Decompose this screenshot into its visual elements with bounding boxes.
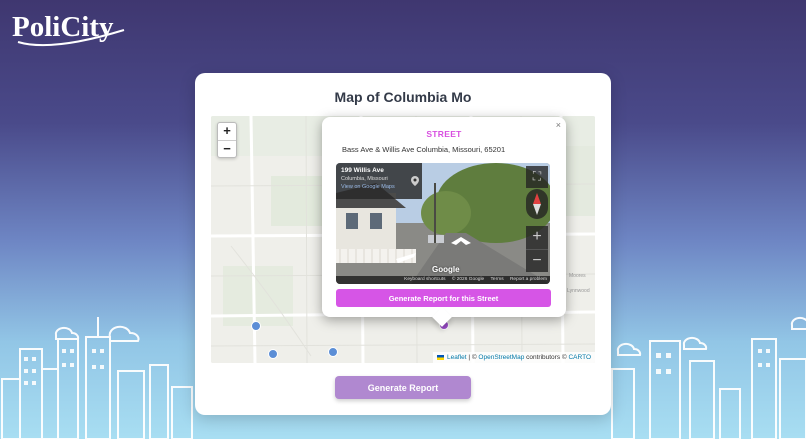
logo-text: PoliCity (12, 11, 114, 43)
street-view-zoom-out-button[interactable]: − (526, 249, 548, 272)
copyright-text: © 2026 Google (451, 277, 485, 282)
map-marker[interactable] (328, 347, 338, 357)
svg-text:Moores: Moores (569, 273, 586, 279)
generate-street-report-button[interactable]: Generate Report for this Street (336, 289, 551, 307)
keyboard-shortcuts-link[interactable]: Keyboard shortcuts (404, 277, 445, 282)
popup-heading: STREET (426, 129, 462, 139)
zoom-out-button[interactable]: − (218, 140, 236, 157)
page-title: Map of Columbia Mo (334, 89, 472, 105)
map-attribution: Leaflet | © OpenStreetMap contributors ©… (433, 352, 595, 363)
openstreetmap-link[interactable]: OpenStreetMap (478, 354, 524, 361)
map-zoom-control: + − (217, 122, 237, 158)
generate-report-button[interactable]: Generate Report (335, 376, 471, 399)
street-popup: × STREET Bass Ave & Willis Ave Columbia,… (322, 117, 566, 327)
street-view-zoom-in-button[interactable]: + (526, 226, 548, 249)
street-view-info-box: 199 Willis Ave Columbia, Missouri View o… (336, 163, 422, 199)
svg-text:Lynnwood: Lynnwood (567, 288, 590, 294)
street-view-city: Columbia, Missouri (341, 176, 388, 182)
street-view-zoom-control: + − (526, 226, 548, 272)
google-watermark: Google (432, 265, 460, 274)
terms-link[interactable]: Terms (491, 277, 504, 282)
street-view-footer: Keyboard shortcuts © 2026 Google Terms R… (336, 276, 550, 284)
policity-logo: PoliCity (12, 11, 125, 47)
report-problem-link[interactable]: Report a problem (510, 277, 547, 282)
attribution-separator: | © (466, 354, 479, 361)
leaflet-link[interactable]: Leaflet (447, 354, 467, 361)
location-pin-icon (411, 176, 419, 186)
street-view-panorama[interactable]: 199 Willis Ave Columbia, Missouri View o… (336, 163, 550, 284)
ukraine-flag-icon (437, 354, 445, 360)
zoom-in-button[interactable]: + (218, 123, 236, 140)
compass-icon[interactable] (526, 189, 548, 219)
attribution-text: contributors © (524, 354, 569, 361)
map-marker[interactable] (268, 349, 278, 359)
carto-link[interactable]: CARTO (568, 354, 591, 361)
fullscreen-icon[interactable]: ⛶ (526, 166, 548, 188)
map-marker[interactable] (251, 321, 261, 331)
street-address: Bass Ave & Willis Ave Columbia, Missouri… (342, 145, 506, 154)
view-on-google-maps-link[interactable]: View on Google Maps (341, 184, 417, 190)
street-view-street: 199 Willis Ave (341, 167, 384, 174)
